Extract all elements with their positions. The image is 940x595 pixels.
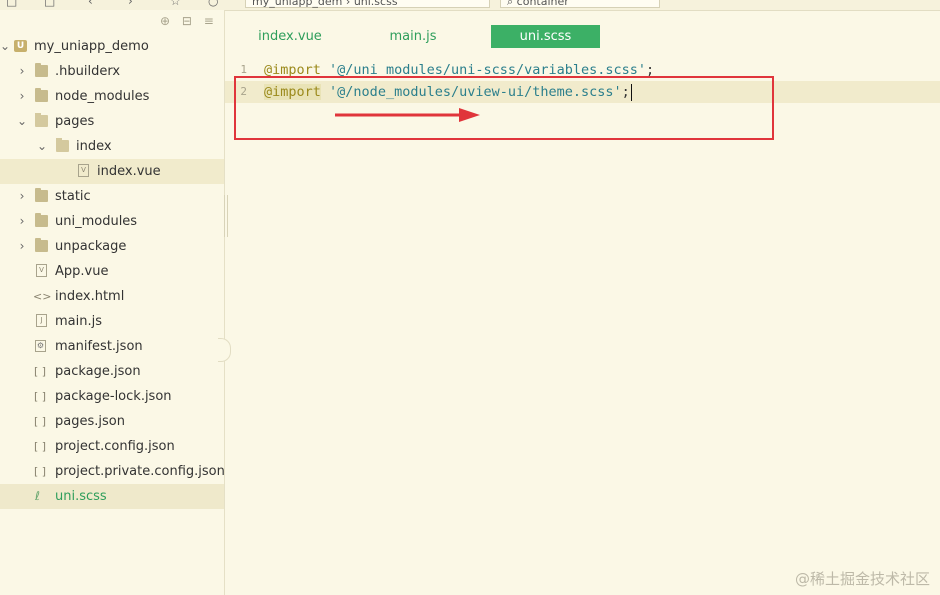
tree-item-uni-modules[interactable]: › uni_modules <box>0 209 224 234</box>
tree-item-label: main.js <box>55 314 102 329</box>
breadcrumb[interactable]: my_uniapp_dem › uni.scss <box>245 0 490 8</box>
json-file-icon: [ ] <box>34 390 47 403</box>
tree-item-label: manifest.json <box>55 339 143 354</box>
tree-item-label: unpackage <box>55 239 127 254</box>
star-icon[interactable]: ☆ <box>170 0 181 7</box>
project-explorer: ⊕ ⊟ ≡ ⌄ U my_uniapp_demo › .hbuilderx › … <box>0 10 225 595</box>
tree-item-label: uni_modules <box>55 214 138 229</box>
tree-item-pages-json[interactable]: [ ] pages.json <box>0 409 224 434</box>
tree-item-label: index.vue <box>97 164 161 179</box>
back-icon[interactable]: ‹ <box>88 0 93 7</box>
tab-main-js[interactable]: main.js <box>365 25 461 48</box>
tree-item-static[interactable]: › static <box>0 184 224 209</box>
project-name: my_uniapp_demo <box>34 39 149 54</box>
tree-item-index-folder[interactable]: ⌄ index <box>0 134 224 159</box>
chevron-right-icon[interactable]: › <box>17 84 27 109</box>
tree-item-label: node_modules <box>55 89 150 104</box>
project-icon: U <box>14 40 27 52</box>
chevron-down-icon[interactable]: ⌄ <box>17 109 27 134</box>
scss-file-icon: ℓ <box>35 489 40 503</box>
tree-item-hbuilderx[interactable]: › .hbuilderx <box>0 59 224 84</box>
annotation-highlight-box <box>234 76 774 140</box>
annotation-arrow-icon <box>335 108 480 122</box>
search-box[interactable]: ⌕ container <box>500 0 660 8</box>
tree-item-label: uni.scss <box>55 489 107 504</box>
folder-icon <box>35 88 48 102</box>
chevron-right-icon[interactable]: › <box>17 184 27 209</box>
folder-open-icon <box>35 113 48 127</box>
editor-tab-bar: index.vue main.js uni.scss <box>225 22 940 50</box>
json-file-icon: [ ] <box>34 440 47 453</box>
vue-file-icon: V <box>36 264 47 277</box>
chevron-right-icon[interactable]: › <box>17 59 27 84</box>
search-icon: ⌕ <box>507 0 514 8</box>
tree-item-index-html[interactable]: <> index.html <box>0 284 224 309</box>
tree-item-package-json[interactable]: [ ] package.json <box>0 359 224 384</box>
tree-item-label: .hbuilderx <box>55 64 121 79</box>
tree-item-uni-scss[interactable]: ℓ uni.scss <box>0 484 224 509</box>
folder-icon <box>35 238 48 252</box>
folder-icon <box>35 188 48 202</box>
tree-item-project-private-config-json[interactable]: [ ] project.private.config.json <box>0 459 225 484</box>
forward-icon[interactable]: › <box>128 0 133 7</box>
run-icon[interactable]: ○ <box>208 0 218 7</box>
js-file-icon: J <box>36 314 47 327</box>
folder-icon <box>35 63 48 77</box>
tree-item-index-vue[interactable]: V index.vue <box>0 159 224 184</box>
breadcrumb-separator-icon: › <box>345 0 351 8</box>
save-icon[interactable]: □ <box>44 0 55 7</box>
tree-item-app-vue[interactable]: V App.vue <box>0 259 224 284</box>
tree-item-project-config-json[interactable]: [ ] project.config.json <box>0 434 224 459</box>
chevron-down-icon[interactable]: ⌄ <box>37 134 47 159</box>
json-file-icon: [ ] <box>34 415 47 428</box>
tree-item-label: static <box>55 189 91 204</box>
collapse-icon[interactable]: ⊟ <box>182 14 192 28</box>
tree-item-node-modules[interactable]: › node_modules <box>0 84 224 109</box>
tree-project-root[interactable]: ⌄ U my_uniapp_demo <box>0 34 224 59</box>
tree-item-main-js[interactable]: J main.js <box>0 309 224 334</box>
menu-icon[interactable]: ≡ <box>204 14 214 28</box>
explorer-tools: ⊕ ⊟ ≡ <box>160 14 222 28</box>
tree-item-label: project.private.config.json <box>55 464 225 479</box>
tree-item-unpackage[interactable]: › unpackage <box>0 234 224 259</box>
search-text: container <box>516 0 569 8</box>
tree-item-label: package-lock.json <box>55 389 172 404</box>
chevron-right-icon[interactable]: › <box>17 209 27 234</box>
tree-item-label: project.config.json <box>55 439 175 454</box>
chevron-down-icon[interactable]: ⌄ <box>0 34 10 59</box>
json-file-icon: [ ] <box>34 365 47 378</box>
watermark: @稀土掘金技术社区 <box>794 570 930 588</box>
tree-item-label: index.html <box>55 289 125 304</box>
tab-uni-scss[interactable]: uni.scss <box>491 25 600 48</box>
tree-item-package-lock-json[interactable]: [ ] package-lock.json <box>0 384 224 409</box>
tree-item-label: pages <box>55 114 95 129</box>
folder-open-icon <box>56 138 69 152</box>
tree-item-label: package.json <box>55 364 141 379</box>
tree-item-manifest-json[interactable]: ⚙ manifest.json <box>0 334 224 359</box>
locate-icon[interactable]: ⊕ <box>160 14 170 28</box>
json-file-icon: [ ] <box>34 465 47 478</box>
breadcrumb-project: my_uniapp_dem <box>252 0 343 8</box>
tree-item-pages[interactable]: ⌄ pages <box>0 109 224 134</box>
new-file-icon[interactable]: □ <box>6 0 17 7</box>
html-file-icon: <> <box>33 290 52 303</box>
chevron-right-icon[interactable]: › <box>17 234 27 259</box>
tree-item-label: pages.json <box>55 414 125 429</box>
breadcrumb-file: uni.scss <box>353 0 398 8</box>
vue-file-icon: V <box>78 164 89 177</box>
tree-item-label: index <box>76 139 112 154</box>
tab-index-vue[interactable]: index.vue <box>243 25 337 48</box>
tree-item-label: App.vue <box>55 264 109 279</box>
manifest-file-icon: ⚙ <box>35 340 46 352</box>
folder-icon <box>35 213 48 227</box>
